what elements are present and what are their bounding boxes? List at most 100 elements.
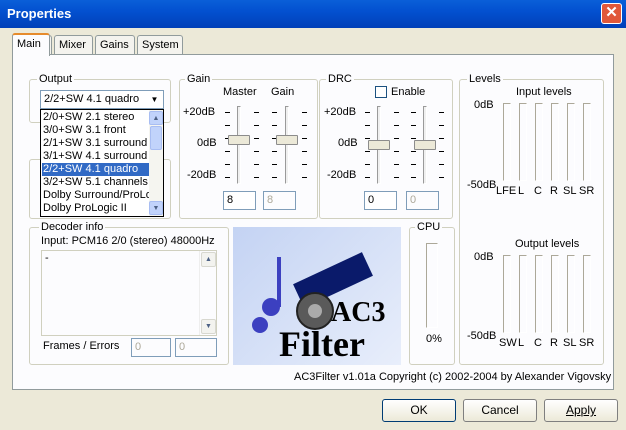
level-meter: [503, 255, 511, 333]
meter-channel-label: SL: [563, 185, 577, 197]
output-option[interactable]: 3/0+SW 3.1 front: [42, 124, 150, 137]
slider-tick: [411, 138, 416, 139]
cpu-percent: 0%: [426, 333, 442, 345]
drc-value1-field[interactable]: 0: [364, 191, 397, 210]
slider-tick: [302, 112, 307, 113]
slider-tick: [254, 151, 259, 152]
slider-tick: [272, 112, 277, 113]
slider-tick: [439, 151, 444, 152]
meter-channel-label: L: [518, 337, 525, 349]
slider-tick: [394, 112, 399, 113]
slider-tick: [394, 151, 399, 152]
master-slider-thumb[interactable]: [228, 134, 250, 145]
copyright-text: AC3Filter v1.01a Copyright (c) 2002-2004…: [294, 371, 612, 383]
close-button[interactable]: ✕: [601, 3, 622, 24]
slider-tick: [365, 164, 370, 165]
dropdown-scroll-up[interactable]: ▲: [149, 111, 163, 125]
drc-slider2-thumb[interactable]: [414, 140, 436, 150]
slider-tick: [439, 138, 444, 139]
dropdown-scrollbar[interactable]: ▲ ▼: [149, 110, 163, 216]
slider-tick: [272, 164, 277, 165]
slider-tick: [225, 177, 230, 178]
level-meter: [519, 103, 527, 181]
scroll-up-button[interactable]: ▲: [201, 252, 216, 267]
drc-value2-field: 0: [406, 191, 439, 210]
scroll-down-button[interactable]: ▼: [201, 319, 216, 334]
drc-minus20-label: -20dB: [327, 169, 357, 181]
output-option[interactable]: 2/1+SW 3.1 surround: [42, 137, 150, 150]
level-meter: [567, 103, 575, 181]
slider-tick: [302, 151, 307, 152]
output-select[interactable]: 2/2+SW 4.1 quadro ▼: [40, 90, 164, 109]
gain-slider-thumb[interactable]: [276, 134, 298, 145]
output-dropdown-list[interactable]: 2/0+SW 2.1 stereo 3/0+SW 3.1 front 2/1+SW …: [40, 109, 164, 217]
ok-button[interactable]: OK: [382, 399, 456, 422]
decoder-info-label: Decoder info: [39, 221, 106, 233]
level-meter: [583, 255, 591, 333]
gain-group-label: Gain: [185, 73, 213, 85]
slider-tick: [302, 164, 307, 165]
errors-field: 0: [175, 338, 217, 357]
meter-channel-label: SR: [579, 185, 595, 197]
output-option[interactable]: 3/2+SW 5.1 channels: [42, 176, 150, 189]
decoder-scrollbar[interactable]: ▲ ▼: [199, 251, 216, 335]
slider-tick: [365, 138, 370, 139]
tab-system[interactable]: System: [137, 35, 183, 54]
level-meter: [567, 255, 575, 333]
output-option[interactable]: 2/2+SW 4.1 quadro: [42, 163, 150, 176]
meter-channel-label: SW: [499, 337, 517, 349]
dropdown-scroll-thumb[interactable]: [150, 126, 162, 150]
master-value-field[interactable]: 8: [223, 191, 256, 210]
input-bottom-db: -50dB: [467, 179, 497, 191]
apply-button[interactable]: Apply: [544, 399, 618, 422]
chevron-down-icon[interactable]: ▼: [147, 92, 162, 107]
output-bottom-db: -50dB: [467, 330, 497, 342]
slider-tick: [302, 125, 307, 126]
apply-button-label: Apply: [565, 403, 597, 417]
slider-tick: [411, 125, 416, 126]
decoder-input-text: Input: PCM16 2/0 (stereo) 48000Hz: [41, 235, 215, 247]
meter-channel-label: LFE: [496, 185, 517, 197]
slider-tick: [439, 177, 444, 178]
logo-filter-text: Filter: [279, 324, 365, 364]
frames-errors-label: Frames / Errors: [43, 340, 120, 352]
drc-enable-checkbox[interactable]: [375, 86, 387, 98]
gain-slider-track: [285, 106, 289, 184]
slider-tick: [439, 125, 444, 126]
level-meter: [583, 103, 591, 181]
levels-group-label: Levels: [467, 73, 503, 85]
output-option[interactable]: 3/1+SW 4.1 surround: [42, 150, 150, 163]
tab-mixer[interactable]: Mixer: [54, 35, 93, 54]
output-option[interactable]: 2/0+SW 2.1 stereo: [42, 111, 150, 124]
meter-channel-label: SL: [563, 337, 577, 349]
level-meter: [551, 255, 559, 333]
output-group-label: Output: [37, 73, 75, 85]
slider-tick: [411, 177, 416, 178]
title-bar[interactable]: Properties ✕: [0, 0, 626, 28]
dropdown-scroll-down[interactable]: ▼: [149, 201, 163, 215]
gain-minus20-label: -20dB: [187, 169, 217, 181]
drc-slider1-thumb[interactable]: [368, 140, 390, 150]
output-option[interactable]: Dolby Surround/ProLogic: [42, 189, 150, 202]
slider-tick: [439, 112, 444, 113]
slider-tick: [254, 125, 259, 126]
slider-tick: [394, 138, 399, 139]
slider-tick: [365, 112, 370, 113]
input-levels-title: Input levels: [516, 86, 572, 98]
slider-tick: [411, 164, 416, 165]
output-top-db: 0dB: [474, 251, 494, 263]
tab-gains[interactable]: Gains: [95, 35, 135, 54]
meter-channel-label: R: [550, 337, 558, 349]
slider-tick: [394, 177, 399, 178]
decoder-info-textbox[interactable]: - ▲ ▼: [41, 250, 217, 336]
window-title: Properties: [7, 6, 72, 21]
gain-0db-label: 0dB: [197, 137, 217, 149]
slider-tick: [272, 125, 277, 126]
properties-window: Properties ✕ Mixer Gains System Output G…: [0, 0, 626, 430]
slider-tick: [394, 164, 399, 165]
tab-main[interactable]: Main: [12, 33, 50, 56]
slider-tick: [225, 125, 230, 126]
output-option[interactable]: Dolby ProLogic II: [42, 202, 150, 215]
cancel-button[interactable]: Cancel: [463, 399, 537, 422]
slider-tick: [272, 151, 277, 152]
